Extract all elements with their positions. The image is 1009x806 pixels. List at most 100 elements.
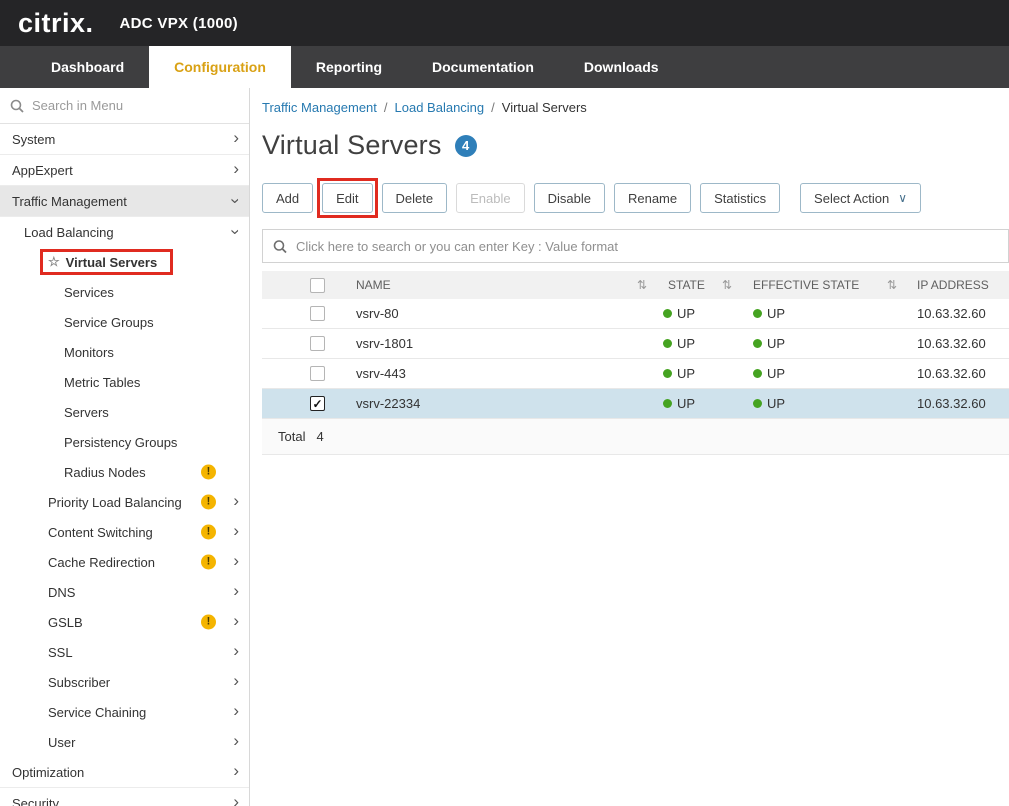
rename-button[interactable]: Rename [614,183,691,213]
state-label: UP [677,366,695,381]
sidebar-item-system[interactable]: System › [0,124,249,155]
disable-button[interactable]: Disable [534,183,605,213]
virtual-servers-annotation-box: ☆ Virtual Servers [40,249,173,275]
tab-configuration[interactable]: Configuration [149,46,291,88]
effective-state-cell: UP [740,336,905,351]
sidebar-item-service-groups[interactable]: Service Groups [0,307,249,337]
sidebar-item-appexpert[interactable]: AppExpert › [0,155,249,186]
chevron-right-icon: › [233,702,239,719]
status-up-icon [663,369,672,378]
sort-icon[interactable]: ⇅ [637,278,647,292]
effective-state-label: UP [767,366,785,381]
sidebar-item-services[interactable]: Services [0,277,249,307]
sidebar-item-label: System [12,132,55,147]
sidebar-item-virtual-servers[interactable]: ☆ Virtual Servers [0,247,249,277]
header-state: STATE ⇅ [655,278,740,292]
row-checkbox-cell [262,336,342,351]
sidebar-item-label: Virtual Servers [66,255,158,270]
sidebar-item-servers[interactable]: Servers [0,397,249,427]
sidebar-item-gslb[interactable]: GSLB ! › [0,607,249,637]
vserver-name: vsrv-80 [342,306,655,321]
effective-state-label: UP [767,336,785,351]
table-row[interactable]: vsrv-1801 UP UP 10.63.32.60 [262,329,1009,359]
warning-icon: ! [201,525,216,540]
table-header-row: NAME ⇅ STATE ⇅ EFFECTIVE STATE ⇅ IP ADDR… [262,271,1009,299]
sidebar-item-traffic-management[interactable]: Traffic Management › [0,186,249,217]
breadcrumb-traffic-management[interactable]: Traffic Management [262,100,377,115]
breadcrumb-separator: / [384,100,388,115]
sidebar-item-security[interactable]: Security › [0,788,249,806]
column-label: NAME [356,278,391,292]
sidebar-item-monitors[interactable]: Monitors [0,337,249,367]
sidebar-item-label: SSL [48,645,73,660]
sidebar-item-user[interactable]: User › [0,727,249,757]
sidebar-item-label: Security [12,796,59,806]
row-checkbox[interactable] [310,366,325,381]
title-row: Virtual Servers 4 [262,130,1009,161]
row-checkbox[interactable] [310,306,325,321]
select-all-checkbox[interactable] [310,278,325,293]
sidebar-item-label: Metric Tables [64,375,140,390]
chevron-right-icon: › [233,762,239,779]
table-search-placeholder: Click here to search or you can enter Ke… [296,239,618,254]
tab-dashboard[interactable]: Dashboard [26,46,149,88]
row-checkbox-checked[interactable]: ✓ [310,396,325,411]
state-label: UP [677,336,695,351]
row-checkbox-cell: ✓ [262,396,342,411]
sidebar-item-dns[interactable]: DNS › [0,577,249,607]
sidebar-item-priority-load-balancing[interactable]: Priority Load Balancing ! › [0,487,249,517]
table-row-selected[interactable]: ✓ vsrv-22334 UP UP 10.63.32.60 [262,389,1009,419]
effective-state-label: UP [767,396,785,411]
sidebar-item-persistency-groups[interactable]: Persistency Groups [0,427,249,457]
sort-icon[interactable]: ⇅ [722,278,732,292]
sidebar-item-ssl[interactable]: SSL › [0,637,249,667]
effective-state-cell: UP [740,396,905,411]
sidebar-item-label: Services [64,285,114,300]
row-checkbox[interactable] [310,336,325,351]
chevron-right-icon: › [233,522,239,539]
chevron-right-icon: › [233,642,239,659]
virtual-servers-table: NAME ⇅ STATE ⇅ EFFECTIVE STATE ⇅ IP ADDR… [262,271,1009,455]
sidebar-item-radius-nodes[interactable]: Radius Nodes ! [0,457,249,487]
sidebar-item-label: Load Balancing [24,225,114,240]
chevron-right-icon: › [233,612,239,629]
table-row[interactable]: vsrv-443 UP UP 10.63.32.60 [262,359,1009,389]
add-button[interactable]: Add [262,183,313,213]
ip-address: 10.63.32.60 [905,396,1009,411]
tab-downloads[interactable]: Downloads [559,46,684,88]
page-body: Search in Menu System › AppExpert › Traf… [0,88,1009,806]
sidebar-menu: System › AppExpert › Traffic Management … [0,124,249,806]
sidebar-item-label: Subscriber [48,675,110,690]
sidebar-item-service-chaining[interactable]: Service Chaining › [0,697,249,727]
tab-documentation[interactable]: Documentation [407,46,559,88]
status-up-icon [753,309,762,318]
sidebar-item-cache-redirection[interactable]: Cache Redirection ! › [0,547,249,577]
table-search-input[interactable]: Click here to search or you can enter Ke… [262,229,1009,263]
sidebar-item-label: Radius Nodes [64,465,146,480]
sidebar-item-metric-tables[interactable]: Metric Tables [0,367,249,397]
sidebar-item-content-switching[interactable]: Content Switching ! › [0,517,249,547]
state-label: UP [677,396,695,411]
delete-button[interactable]: Delete [382,183,448,213]
status-up-icon [753,369,762,378]
sidebar-item-load-balancing[interactable]: Load Balancing › [0,217,249,247]
select-action-dropdown[interactable]: Select Action ∨ [800,183,921,213]
sidebar: Search in Menu System › AppExpert › Traf… [0,88,250,806]
statistics-button[interactable]: Statistics [700,183,780,213]
edit-button[interactable]: Edit [322,183,372,213]
tab-reporting[interactable]: Reporting [291,46,407,88]
chevron-right-icon: › [233,672,239,689]
sidebar-item-label: Content Switching [48,525,153,540]
vserver-name: vsrv-443 [342,366,655,381]
count-badge: 4 [455,135,477,157]
sort-icon[interactable]: ⇅ [887,278,897,292]
sidebar-item-optimization[interactable]: Optimization › [0,757,249,788]
vserver-name-label: vsrv-1801 [356,336,413,351]
sidebar-item-label: Priority Load Balancing [48,495,182,510]
sidebar-search-input[interactable]: Search in Menu [0,88,249,124]
table-row[interactable]: vsrv-80 UP UP 10.63.32.60 [262,299,1009,329]
sidebar-item-label: AppExpert [12,163,73,178]
sidebar-item-subscriber[interactable]: Subscriber › [0,667,249,697]
state-cell: UP [655,396,740,411]
breadcrumb-load-balancing[interactable]: Load Balancing [395,100,485,115]
